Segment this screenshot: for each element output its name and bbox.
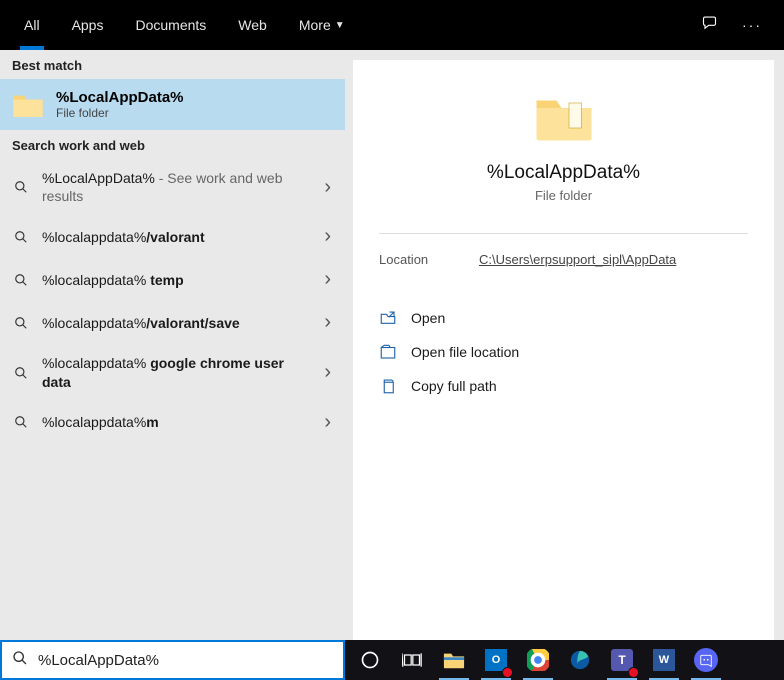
tab-more-label: More	[299, 17, 331, 33]
tab-apps-label: Apps	[72, 17, 104, 33]
folder-icon	[12, 91, 44, 119]
action-copy-path[interactable]: Copy full path	[379, 369, 748, 403]
result-text: %LocalAppData% - See work and web result…	[42, 169, 310, 205]
result-prefix: %localappdata%	[42, 272, 150, 288]
notification-badge	[628, 667, 639, 678]
tabs-container: All Apps Documents Web More ▼	[8, 0, 361, 50]
result-prefix: %localappdata%	[42, 414, 146, 430]
location-label: Location	[379, 252, 479, 267]
chevron-right-icon: ›	[324, 176, 331, 199]
detail-pane: %LocalAppData% File folder Location C:\U…	[345, 50, 784, 640]
tab-documents[interactable]: Documents	[119, 0, 222, 50]
tab-all-label: All	[24, 17, 40, 33]
folder-icon-large	[534, 92, 594, 144]
search-icon	[14, 230, 28, 244]
result-suffix: temp	[150, 272, 183, 288]
search-result-item[interactable]: %localappdata%/valorant/save ›	[0, 301, 345, 344]
chevron-right-icon: ›	[324, 411, 331, 434]
taskbar-teams-icon[interactable]: T	[603, 640, 641, 680]
taskbar-word-icon[interactable]: W	[645, 640, 683, 680]
bottom-row: O T W	[0, 640, 784, 680]
tab-web[interactable]: Web	[222, 0, 283, 50]
result-text: %localappdata%m	[42, 413, 310, 431]
search-result-item[interactable]: %localappdata% temp ›	[0, 258, 345, 301]
tab-apps[interactable]: Apps	[56, 0, 120, 50]
taskbar-outlook-icon[interactable]: O	[477, 640, 515, 680]
result-suffix: /valorant	[146, 229, 204, 245]
result-text: %localappdata% temp	[42, 271, 310, 289]
taskbar-explorer-icon[interactable]	[435, 640, 473, 680]
search-icon	[14, 316, 28, 330]
detail-header: %LocalAppData% File folder	[379, 92, 748, 203]
feedback-icon[interactable]	[702, 14, 720, 37]
best-match-text: %LocalAppData% File folder	[56, 89, 184, 120]
tab-all[interactable]: All	[8, 0, 56, 50]
main-area: Best match %LocalAppData% File folder Se…	[0, 50, 784, 640]
best-match-item[interactable]: %LocalAppData% File folder	[0, 79, 345, 130]
detail-title: %LocalAppData%	[379, 162, 748, 184]
search-tabs-bar: All Apps Documents Web More ▼ ···	[0, 0, 784, 50]
tab-more[interactable]: More ▼	[283, 0, 361, 50]
search-box[interactable]	[0, 640, 345, 680]
section-best-match: Best match	[0, 50, 345, 79]
results-list: %LocalAppData% - See work and web result…	[0, 159, 345, 444]
result-suffix: m	[146, 414, 158, 430]
result-prefix: %LocalAppData%	[42, 170, 155, 186]
result-suffix: /valorant/save	[146, 315, 239, 331]
search-result-item[interactable]: %localappdata%m ›	[0, 401, 345, 444]
results-pane: Best match %LocalAppData% File folder Se…	[0, 50, 345, 640]
open-icon	[379, 309, 397, 327]
search-icon	[14, 415, 28, 429]
search-result-item[interactable]: %localappdata% google chrome user data ›	[0, 344, 345, 400]
taskbar-cortana-icon[interactable]	[351, 640, 389, 680]
more-options-icon[interactable]: ···	[742, 17, 762, 33]
taskbar: O T W	[345, 640, 784, 680]
open-location-icon	[379, 343, 397, 361]
search-icon	[14, 180, 28, 194]
result-prefix: %localappdata%	[42, 229, 146, 245]
action-open-label: Open	[411, 310, 445, 326]
result-text: %localappdata%/valorant/save	[42, 314, 310, 332]
taskbar-discord-icon[interactable]	[687, 640, 725, 680]
action-open[interactable]: Open	[379, 301, 748, 335]
section-search-work-web: Search work and web	[0, 130, 345, 159]
taskbar-taskview-icon[interactable]	[393, 640, 431, 680]
location-link[interactable]: C:\Users\erpsupport_sipl\AppData	[479, 252, 676, 267]
topbar-right: ···	[702, 14, 776, 37]
result-prefix: %localappdata%	[42, 355, 150, 371]
copy-icon	[379, 377, 397, 395]
search-icon	[14, 273, 28, 287]
actions-list: Open Open file location Copy full path	[379, 301, 748, 403]
taskbar-edge-icon[interactable]	[561, 640, 599, 680]
chevron-down-icon: ▼	[335, 20, 345, 31]
notification-badge	[502, 667, 513, 678]
search-icon	[12, 650, 28, 671]
detail-subtitle: File folder	[379, 188, 748, 203]
search-icon	[14, 366, 28, 380]
best-match-title: %LocalAppData%	[56, 89, 184, 106]
detail-location-row: Location C:\Users\erpsupport_sipl\AppDat…	[379, 252, 748, 267]
search-input[interactable]	[38, 652, 333, 669]
result-prefix: %localappdata%	[42, 315, 146, 331]
taskbar-chrome-icon[interactable]	[519, 640, 557, 680]
chevron-right-icon: ›	[324, 361, 331, 384]
result-text: %localappdata%/valorant	[42, 228, 310, 246]
action-open-location[interactable]: Open file location	[379, 335, 748, 369]
search-result-item[interactable]: %LocalAppData% - See work and web result…	[0, 159, 345, 215]
best-match-subtitle: File folder	[56, 106, 184, 120]
tab-documents-label: Documents	[135, 17, 206, 33]
action-open-location-label: Open file location	[411, 344, 519, 360]
search-result-item[interactable]: %localappdata%/valorant ›	[0, 215, 345, 258]
divider	[379, 233, 748, 234]
chevron-right-icon: ›	[324, 225, 331, 248]
chevron-right-icon: ›	[324, 268, 331, 291]
tab-web-label: Web	[238, 17, 267, 33]
action-copy-path-label: Copy full path	[411, 378, 497, 394]
result-text: %localappdata% google chrome user data	[42, 354, 310, 390]
chevron-right-icon: ›	[324, 311, 331, 334]
detail-card: %LocalAppData% File folder Location C:\U…	[353, 60, 774, 640]
